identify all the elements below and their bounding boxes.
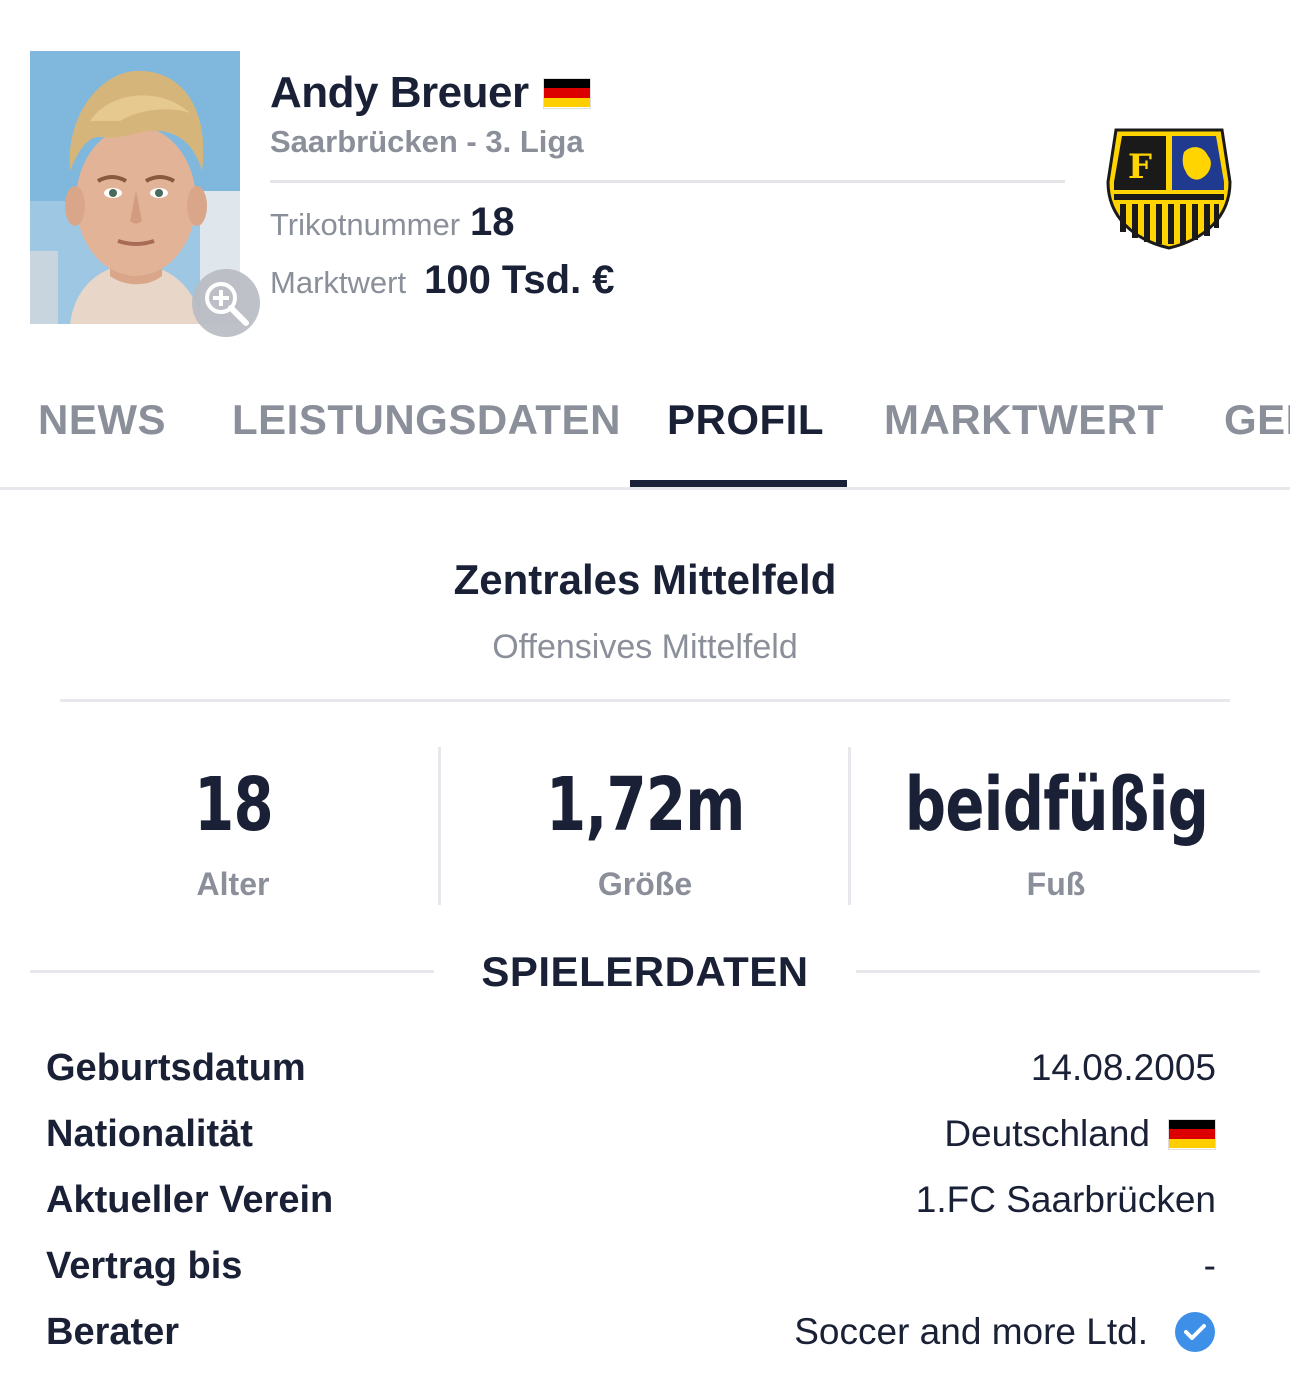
club-logo[interactable]: F [1104, 122, 1234, 252]
jersey-number: 18 [470, 200, 515, 244]
market-value-label: Marktwert [270, 265, 407, 300]
germany-flag-icon [1168, 1118, 1216, 1150]
detail-label: Nationalität [46, 1112, 253, 1155]
market-value-row[interactable]: Marktwert 100 Tsd. € [270, 258, 615, 303]
player-name-row: Andy Breuer [270, 66, 591, 120]
tab-news[interactable]: NEWS [38, 396, 166, 444]
section-title: SPIELERDATEN [481, 948, 809, 995]
detail-value: 14.08.2005 [1030, 1047, 1216, 1088]
verified-check-icon [1175, 1312, 1215, 1352]
position-divider [60, 699, 1230, 702]
stat-height-value: 1,72m [545, 762, 745, 848]
jersey-label: Trikotnummer [270, 207, 461, 242]
market-value[interactable]: 100 Tsd. € [424, 258, 614, 303]
stat-foot: beidfüßig Fuß [851, 760, 1261, 903]
detail-label: Vertrag bis [46, 1244, 243, 1287]
player-name: Andy Breuer [270, 68, 529, 117]
stat-foot-value: beidfüßig [904, 762, 1208, 848]
detail-value: - [1203, 1245, 1216, 1286]
detail-value-agent[interactable]: Soccer and more Ltd. [794, 1311, 1216, 1353]
stat-height-label: Größe [597, 866, 693, 902]
stat-age-value: 18 [193, 762, 274, 848]
agent-text: Soccer and more Ltd. [794, 1311, 1148, 1352]
tab-bar: NEWS LEISTUNGSDATEN PROFIL MARKTWERT GEI [0, 370, 1290, 490]
detail-label: Geburtsdatum [46, 1046, 306, 1089]
tab-partial[interactable]: GEI [1224, 396, 1290, 444]
detail-row-nationality: Nationalität Deutschland [46, 1104, 1216, 1164]
detail-value-nationality[interactable]: Deutschland [944, 1113, 1216, 1155]
active-tab-indicator [630, 480, 847, 487]
detail-label: Berater [46, 1310, 180, 1353]
svg-text:F: F [1128, 147, 1152, 187]
nationality-text: Deutschland [944, 1113, 1150, 1154]
detail-row-club: Aktueller Verein 1.FC Saarbrücken [46, 1170, 1216, 1230]
germany-flag-icon [542, 77, 591, 109]
club-league[interactable]: Saarbrücken - 3. Liga [270, 124, 584, 160]
stat-age: 18 Alter [28, 760, 438, 903]
player-photo-container[interactable] [30, 51, 260, 337]
zoom-button[interactable] [192, 269, 260, 337]
secondary-position: Offensives Mittelfeld [492, 628, 798, 666]
jersey-row: Trikotnummer 18 [270, 200, 515, 245]
zoom-in-icon [205, 282, 249, 326]
main-position: Zentrales Mittelfeld [453, 556, 837, 603]
stat-foot-label: Fuß [1026, 866, 1086, 902]
stat-height: 1,72m Größe [440, 760, 850, 903]
player-header: Andy Breuer Saarbrücken - 3. Liga Trikot… [0, 0, 1290, 350]
tab-leistungsdaten[interactable]: LEISTUNGSDATEN [232, 396, 621, 444]
detail-row-birthdate: Geburtsdatum 14.08.2005 [46, 1038, 1216, 1098]
detail-value-club[interactable]: 1.FC Saarbrücken [916, 1179, 1216, 1221]
detail-row-contract: Vertrag bis - [46, 1236, 1216, 1296]
detail-row-agent: Berater Soccer and more Ltd. [46, 1302, 1216, 1362]
header-divider [270, 180, 1065, 183]
detail-label: Aktueller Verein [46, 1178, 334, 1221]
tab-profil[interactable]: PROFIL [667, 396, 824, 444]
tab-marktwert[interactable]: MARKTWERT [884, 396, 1164, 444]
stat-age-label: Alter [196, 866, 270, 902]
